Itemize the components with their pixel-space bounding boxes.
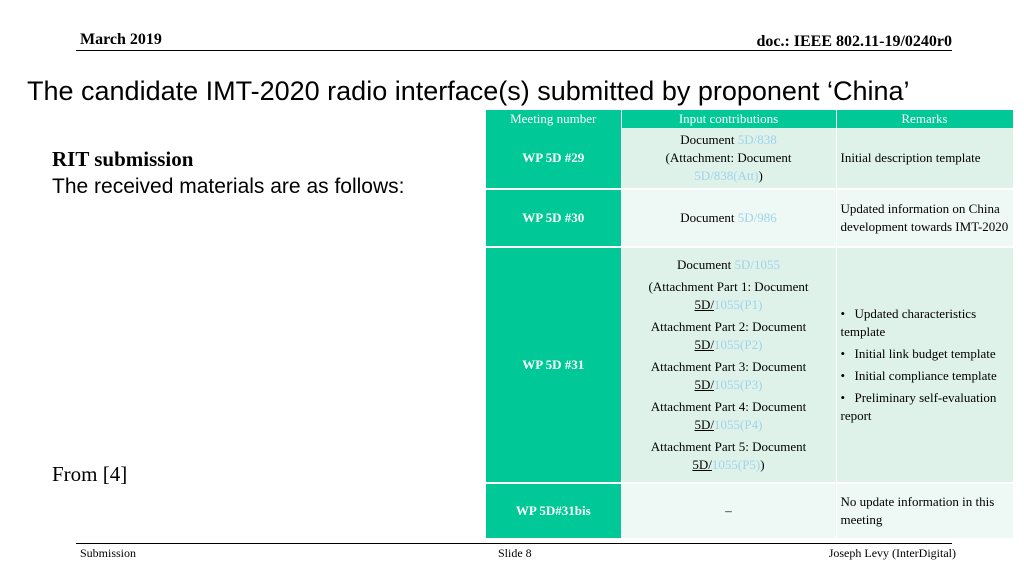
attachment-part-ref: 5D/1055(P1) — [694, 297, 763, 312]
header-divider — [76, 50, 952, 51]
attachment-part-link[interactable]: 1055(P1) — [714, 297, 762, 312]
contributions-table: Meeting number Input contributions Remar… — [486, 110, 1014, 540]
attachment-part-label: (Attachment Part 1: Document — [648, 279, 809, 294]
doc-prefix: Document — [680, 132, 738, 147]
attachment-link[interactable]: 5D/838(Att) — [694, 168, 758, 183]
remarks-cell: Initial description template — [836, 128, 1014, 190]
footer-submission: Submission — [80, 546, 137, 560]
slide-title: The candidate IMT-2020 radio interface(s… — [27, 76, 910, 106]
attachment-part-ref: 5D/1055(P3) — [694, 377, 763, 392]
doc-line: Document 5D/1055 — [626, 256, 832, 274]
remarks-cell: • Updated characteristics template • Initi… — [836, 247, 1014, 484]
slide-number: Slide 8 — [498, 546, 532, 560]
attachment-part-link[interactable]: 1055(P4) — [714, 417, 762, 432]
list-item: • Initial link budget template — [840, 346, 996, 361]
attachment-label: (Attachment: Document — [665, 150, 792, 165]
table-header-row: Meeting number Input contributions Remar… — [486, 110, 1014, 128]
attachment-part-link[interactable]: 1055(P3) — [714, 377, 762, 392]
footer-author: Joseph Levy (InterDigital) — [828, 546, 956, 560]
attachment-part-label: Attachment Part 2: Document — [650, 319, 807, 334]
input-cell: Document 5D/1055 (Attachment Part 1: Doc… — [621, 247, 837, 484]
doc-prefix: Document — [680, 210, 738, 225]
input-cell: – — [621, 483, 837, 540]
table-row: WP 5D #29 Document 5D/838 (Attachment: D… — [486, 128, 1014, 190]
attachment-part-link[interactable]: 1055(P5) — [712, 457, 760, 472]
table-row: WP 5D #30 Document 5D/986 Updated inform… — [486, 189, 1014, 248]
header-doc-id: doc.: IEEE 802.11-19/0240r0 — [756, 33, 952, 50]
attachment-part-ref: 5D/1055(P4) — [694, 417, 763, 432]
rit-body-text: The received materials are as follows: — [52, 175, 405, 198]
column-header-inputs: Input contributions — [621, 110, 837, 128]
column-header-remarks: Remarks — [836, 110, 1014, 128]
attachment-part-link[interactable]: 1055(P2) — [714, 337, 762, 352]
table-row: WP 5D#31bis – No update information in t… — [486, 483, 1014, 540]
doc-link[interactable]: 5D/1055 — [734, 257, 780, 272]
meeting-cell: WP 5D#31bis — [486, 483, 622, 540]
list-item: • Updated characteristics template — [840, 306, 977, 339]
list-item: • Preliminary self-evaluation report — [840, 390, 997, 423]
header-date: March 2019 — [80, 31, 162, 48]
attachment-part-ref: 5D/1055(P5)) — [692, 457, 765, 472]
meeting-cell: WP 5D #31 — [486, 247, 622, 484]
remarks-cell: No update information in this meeting — [836, 483, 1014, 540]
attachment-close: ) — [758, 168, 763, 183]
doc-link[interactable]: 5D/986 — [738, 210, 777, 225]
attachment-part-label: Attachment Part 5: Document — [650, 439, 807, 454]
source-note: From [4] — [52, 462, 128, 486]
footer-divider — [76, 543, 952, 544]
meeting-cell: WP 5D #29 — [486, 128, 622, 190]
column-header-meeting: Meeting number — [486, 110, 622, 128]
attachment-part-ref: 5D/1055(P2) — [694, 337, 763, 352]
input-cell: Document 5D/986 — [621, 189, 837, 248]
remarks-cell: Updated information on China development… — [836, 189, 1014, 248]
attachment-part-label: Attachment Part 4: Document — [650, 399, 807, 414]
attachment-part-label: Attachment Part 3: Document — [650, 359, 807, 374]
doc-prefix: Document — [677, 257, 735, 272]
input-cell: Document 5D/838 (Attachment: Document 5D… — [621, 128, 837, 190]
remarks-list: • Updated characteristics template • Initi… — [841, 305, 1009, 425]
table-row: WP 5D #31 Document 5D/1055 (Attachment P… — [486, 247, 1014, 484]
meeting-cell: WP 5D #30 — [486, 189, 622, 248]
doc-link[interactable]: 5D/838 — [738, 132, 777, 147]
list-item: • Initial compliance template — [840, 368, 997, 383]
rit-heading: RIT submission — [52, 147, 194, 171]
